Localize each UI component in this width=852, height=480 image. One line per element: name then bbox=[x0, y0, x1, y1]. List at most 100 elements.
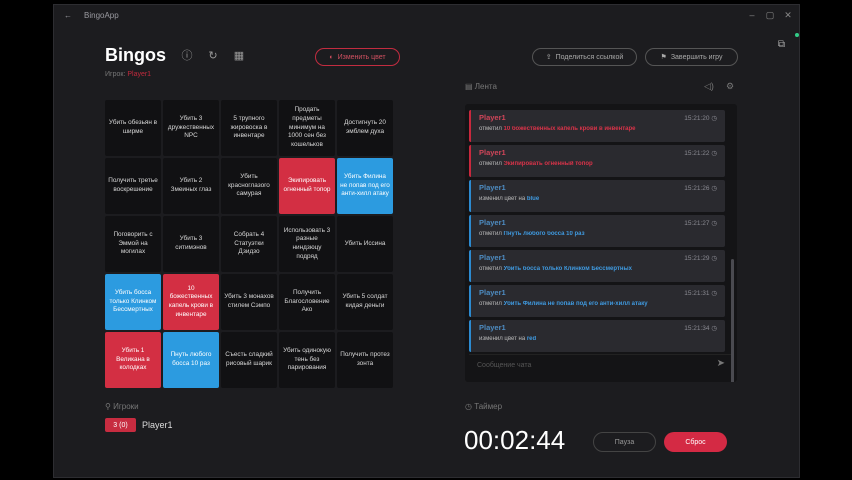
bingo-cell[interactable]: Убить обезьян в ширме bbox=[105, 100, 161, 156]
bingo-cell[interactable]: Убить 3 ситимэнов bbox=[163, 216, 219, 272]
bingo-cell[interactable]: Убить 3 дружественных NPC bbox=[163, 100, 219, 156]
clock-icon: ◷ bbox=[711, 115, 717, 122]
feed-entry-action: отметил bbox=[479, 161, 502, 167]
bingo-cell[interactable]: 10 божественных капель крови в инвентаре bbox=[163, 274, 219, 330]
finish-game-label: Завершить игру bbox=[670, 53, 723, 61]
bingo-cell[interactable]: Пнуть любого босса 10 раз bbox=[163, 332, 219, 388]
popout-icon[interactable]: ⧉ bbox=[778, 39, 785, 50]
feed-entry-player: Player1 bbox=[479, 323, 506, 332]
feed-entry-item: Пнуть любого босса 10 раз bbox=[503, 231, 585, 237]
feed-entry-time: 15:21:22 ◷ bbox=[684, 149, 717, 157]
player-score-badge: 3 (0) bbox=[105, 418, 136, 432]
titlebar: ← BingoApp – ▢ ✕ bbox=[54, 5, 799, 25]
change-color-button[interactable]: ◐ Изменить цвет bbox=[315, 48, 400, 66]
bingo-cell[interactable]: Использовать 3 разные ниндзюцу подряд bbox=[279, 216, 335, 272]
bingo-cell[interactable]: Убить 2 Змеиных глаз bbox=[163, 158, 219, 214]
feed-entry-time-value: 15:21:34 bbox=[684, 325, 710, 332]
bingo-cell[interactable]: 5 трупного жировоска в инвентаре bbox=[221, 100, 277, 156]
bingo-cell[interactable]: Убить Филина не попав под его анти-хилл … bbox=[337, 158, 393, 214]
clock-icon: ◷ bbox=[711, 220, 717, 227]
send-icon[interactable]: ➤ bbox=[717, 358, 725, 369]
back-arrow-icon[interactable]: ← bbox=[60, 11, 76, 20]
bingo-cell[interactable]: Экипировать огненный топор bbox=[279, 158, 335, 214]
clock-icon: ◷ bbox=[711, 255, 717, 262]
feed-entry-time: 15:21:34 ◷ bbox=[684, 324, 717, 332]
timer-heading: ◷ Таймер bbox=[465, 402, 503, 411]
feed-entry-action: отметил bbox=[479, 126, 502, 132]
timer-heading-label: Таймер bbox=[474, 402, 503, 411]
clock-icon: ◷ bbox=[711, 290, 717, 297]
bingo-cell[interactable]: Достигнуть 20 эмблем духа bbox=[337, 100, 393, 156]
feed-entry-action: отметил bbox=[479, 231, 502, 237]
feed-entry-item: 10 божественных капель крови в инвентаре bbox=[503, 126, 636, 132]
bingo-cell[interactable]: Поговорить с Эммой на могилах bbox=[105, 216, 161, 272]
window-title: BingoApp bbox=[84, 10, 119, 20]
feed-entry-item: blue bbox=[526, 196, 540, 202]
feed-heading-label: Лента bbox=[474, 82, 497, 91]
bingo-board: Убить обезьян в ширме Убить 3 дружественн… bbox=[105, 100, 393, 388]
status-dot bbox=[795, 33, 799, 37]
feed-entry: Player1 15:21:22 ◷ отметил Экипировать огн… bbox=[469, 145, 725, 177]
clock-icon: ◷ bbox=[711, 150, 717, 157]
feed-entry: Player1 15:21:31 ◷ отметил Убить Филина не… bbox=[469, 285, 725, 317]
bingo-cell[interactable]: Убить одинокую тень без парирования bbox=[279, 332, 335, 388]
feed-entry-time-value: 15:21:27 bbox=[684, 220, 710, 227]
feed-entry-action: изменил цвет на bbox=[479, 336, 526, 342]
grid-icon[interactable]: ▦ bbox=[232, 49, 246, 63]
close-icon[interactable]: ✕ bbox=[779, 5, 797, 25]
feed-entry: Player1 15:21:26 ◷ изменил цвет на blue bbox=[469, 180, 725, 212]
feed-entry-time: 15:21:29 ◷ bbox=[684, 254, 717, 262]
feed-entry-player: Player1 bbox=[479, 288, 506, 297]
bingo-cell[interactable]: Убить 3 монахов стилем Сэмпо bbox=[221, 274, 277, 330]
feed-entry-player: Player1 bbox=[479, 183, 506, 192]
palette-icon: ◐ bbox=[329, 53, 334, 61]
feed-entry-time-value: 15:21:22 bbox=[684, 150, 710, 157]
bingo-cell[interactable]: Собрать 4 Статуэтки Дзидзо bbox=[221, 216, 277, 272]
feed-entry-time: 15:21:31 ◷ bbox=[684, 289, 717, 297]
reset-button[interactable]: Сброс bbox=[664, 432, 727, 452]
feed-entry-time-value: 15:21:26 bbox=[684, 185, 710, 192]
bingo-cell[interactable]: Получить Благословение Ако bbox=[279, 274, 335, 330]
feed-entry-time: 15:21:26 ◷ bbox=[684, 184, 717, 192]
bingo-cell[interactable]: Убить босса только Клинком Бессмертных bbox=[105, 274, 161, 330]
feed-entry-time-value: 15:21:20 bbox=[684, 115, 710, 122]
page-title: Bingos bbox=[105, 45, 166, 65]
timer-display: 00:02:44 bbox=[464, 425, 566, 455]
app-window: ← BingoApp – ▢ ✕ Bingos ⓘ ↻ ▦ ◐ Изменить … bbox=[53, 4, 800, 478]
feed-scrollbar[interactable] bbox=[731, 259, 734, 382]
flag-icon: ⚑ bbox=[660, 54, 667, 61]
bingo-cell[interactable]: Получить протез зонта bbox=[337, 332, 393, 388]
pause-button[interactable]: Пауза bbox=[593, 432, 656, 452]
minimize-icon[interactable]: – bbox=[743, 5, 761, 25]
feed-entry-action: изменил цвет на bbox=[479, 196, 526, 202]
share-link-button[interactable]: ⇪ Поделиться ссылкой bbox=[532, 48, 637, 66]
bingo-cell[interactable]: Убить 5 солдат кидая деньги bbox=[337, 274, 393, 330]
feed-entry-time-value: 15:21:31 bbox=[684, 290, 710, 297]
bingo-cell[interactable]: Убить красноглазого самурая bbox=[221, 158, 277, 214]
bingo-cell[interactable]: Убить Иссина bbox=[337, 216, 393, 272]
refresh-icon[interactable]: ↻ bbox=[206, 49, 220, 63]
finish-game-button[interactable]: ⚑ Завершить игру bbox=[645, 48, 738, 66]
feed-panel: Player1 15:21:34 ◷ изменил цвет на red Play… bbox=[465, 104, 737, 382]
feed-entry-time: 15:21:27 ◷ bbox=[684, 219, 717, 227]
player-subtitle: Игрок: Player1 bbox=[105, 71, 151, 78]
players-heading-label: Игроки bbox=[113, 402, 139, 411]
info-icon[interactable]: ⓘ bbox=[180, 49, 194, 63]
feed-entry: Player1 15:21:29 ◷ отметил Убить босса тол… bbox=[469, 250, 725, 282]
bingo-cell[interactable]: Продать предметы минимум на 1000 сен без… bbox=[279, 100, 335, 156]
bingo-cell[interactable]: Получить третье воскрешение bbox=[105, 158, 161, 214]
share-icon: ⇪ bbox=[545, 54, 552, 61]
feed-entry: Player1 15:21:34 ◷ изменил цвет на red bbox=[469, 320, 725, 352]
chat-input[interactable]: Сообщение чата bbox=[469, 354, 731, 376]
bingo-cell[interactable]: Убить 1 Великана в колодках bbox=[105, 332, 161, 388]
feed-entry-action: отметил bbox=[479, 301, 502, 307]
subtitle-prefix: Игрок: bbox=[105, 71, 126, 78]
maximize-icon[interactable]: ▢ bbox=[761, 5, 779, 25]
player-name[interactable]: Player1 bbox=[142, 420, 173, 430]
feed-entry-player: Player1 bbox=[479, 253, 506, 262]
sound-icon[interactable]: ◁) bbox=[704, 81, 714, 92]
feed-entry-player: Player1 bbox=[479, 113, 506, 122]
bingo-cell[interactable]: Съесть сладкий рисовый шарик bbox=[221, 332, 277, 388]
settings-icon[interactable]: ⚙ bbox=[726, 81, 734, 92]
feed-entry-item: Убить Филина не попав под его анти-хилл … bbox=[503, 301, 648, 307]
